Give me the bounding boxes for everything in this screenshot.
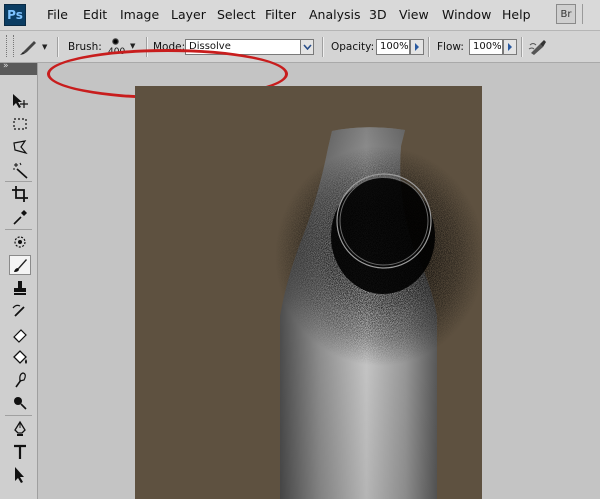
separator (57, 37, 59, 57)
brush-dropdown-arrow-icon[interactable]: ▼ (130, 42, 135, 50)
eyedropper-tool[interactable] (9, 207, 31, 227)
brush-label: Brush: (68, 41, 102, 53)
menu-edit[interactable]: Edit (83, 7, 107, 22)
menu-view[interactable]: View (399, 7, 429, 22)
path-selection-tool-icon (15, 467, 24, 483)
crop-tool[interactable] (9, 184, 31, 204)
flow-input[interactable]: 100% (469, 39, 503, 55)
options-bar: ▼ Brush: 400 ▼ Mode: Dissolve Opacity: 1… (0, 31, 600, 99)
menu-image[interactable]: Image (120, 7, 159, 22)
chevron-right-icon (415, 43, 419, 51)
clone-stamp-tool-icon (14, 281, 26, 295)
menu-analysis[interactable]: Analysis (309, 7, 361, 22)
mode-dropdown-button[interactable] (300, 39, 314, 55)
document-canvas[interactable] (135, 86, 482, 499)
menu-layer[interactable]: Layer (171, 7, 206, 22)
brush-tool-icon (14, 259, 27, 272)
tool-separator (5, 229, 32, 230)
crop-tool-icon (12, 186, 28, 202)
path-selection-tool[interactable] (9, 465, 31, 485)
separator (322, 37, 324, 57)
brush-tip-icon (112, 38, 119, 45)
type-tool[interactable] (9, 442, 31, 462)
opacity-label: Opacity: (331, 41, 375, 53)
airbrush-icon (528, 40, 546, 55)
menu-extras (582, 4, 599, 24)
lasso-tool-icon (13, 140, 28, 155)
dodge-tool[interactable] (9, 393, 31, 413)
flow-slider-button[interactable] (503, 39, 517, 55)
menu-help[interactable]: Help (502, 7, 531, 22)
flow-label: Flow: (437, 41, 464, 53)
collapse-icon[interactable]: » (3, 61, 9, 71)
brush-tool[interactable] (9, 255, 31, 275)
tool-separator (5, 181, 32, 182)
pen-tool-icon (14, 420, 26, 436)
tool-separator (5, 415, 32, 416)
brush-preset-icon (20, 41, 36, 55)
move-tool-icon (13, 94, 28, 108)
clone-stamp-tool[interactable] (9, 278, 31, 298)
type-tool-icon (14, 444, 26, 459)
paint-bucket-tool-icon (13, 350, 27, 364)
eyedropper-tool-icon (13, 210, 27, 225)
menu-3d[interactable]: 3D (369, 7, 387, 22)
tools-panel-header[interactable]: » (0, 61, 37, 75)
magic-wand-tool-icon (13, 162, 28, 179)
tool-preset-picker[interactable] (17, 37, 39, 57)
pen-tool[interactable] (9, 419, 31, 439)
menu-file[interactable]: File (47, 7, 68, 22)
marquee-tool[interactable] (9, 114, 31, 134)
spot-healing-tool[interactable] (9, 232, 31, 252)
options-grip[interactable] (6, 35, 14, 57)
photoshop-logo[interactable]: Ps (4, 4, 26, 26)
canvas-artwork (275, 127, 482, 499)
dodge-tool-icon (14, 397, 27, 410)
menu-filter[interactable]: Filter (265, 7, 296, 22)
separator (521, 37, 523, 57)
chevron-down-icon (302, 44, 312, 50)
menu-select[interactable]: Select (217, 7, 256, 22)
opacity-input[interactable]: 100% (376, 39, 410, 55)
eraser-tool[interactable] (9, 324, 31, 344)
preset-dropdown-arrow-icon[interactable]: ▼ (42, 43, 47, 51)
paint-bucket-tool[interactable] (9, 347, 31, 367)
magic-wand-tool[interactable] (9, 160, 31, 180)
lasso-tool[interactable] (9, 137, 31, 157)
separator (428, 37, 430, 57)
smudge-tool[interactable] (9, 370, 31, 390)
eraser-tool-icon (13, 329, 27, 343)
opacity-slider-button[interactable] (410, 39, 424, 55)
bridge-button[interactable]: Br (556, 4, 576, 24)
menu-bar: Ps File Edit Image Layer Select Filter A… (0, 0, 600, 31)
move-tool[interactable] (9, 91, 31, 111)
flow-value: 100% (473, 41, 502, 52)
airbrush-button[interactable] (527, 37, 549, 57)
history-brush-tool[interactable] (9, 301, 31, 321)
tools-panel: » (0, 61, 38, 499)
opacity-value: 100% (380, 41, 409, 52)
spot-healing-tool-icon (14, 236, 26, 248)
chevron-right-icon (508, 43, 512, 51)
marquee-tool-icon (13, 118, 27, 130)
smudge-tool-icon (15, 372, 26, 388)
menu-window[interactable]: Window (442, 7, 491, 22)
history-brush-tool-icon (12, 304, 25, 317)
